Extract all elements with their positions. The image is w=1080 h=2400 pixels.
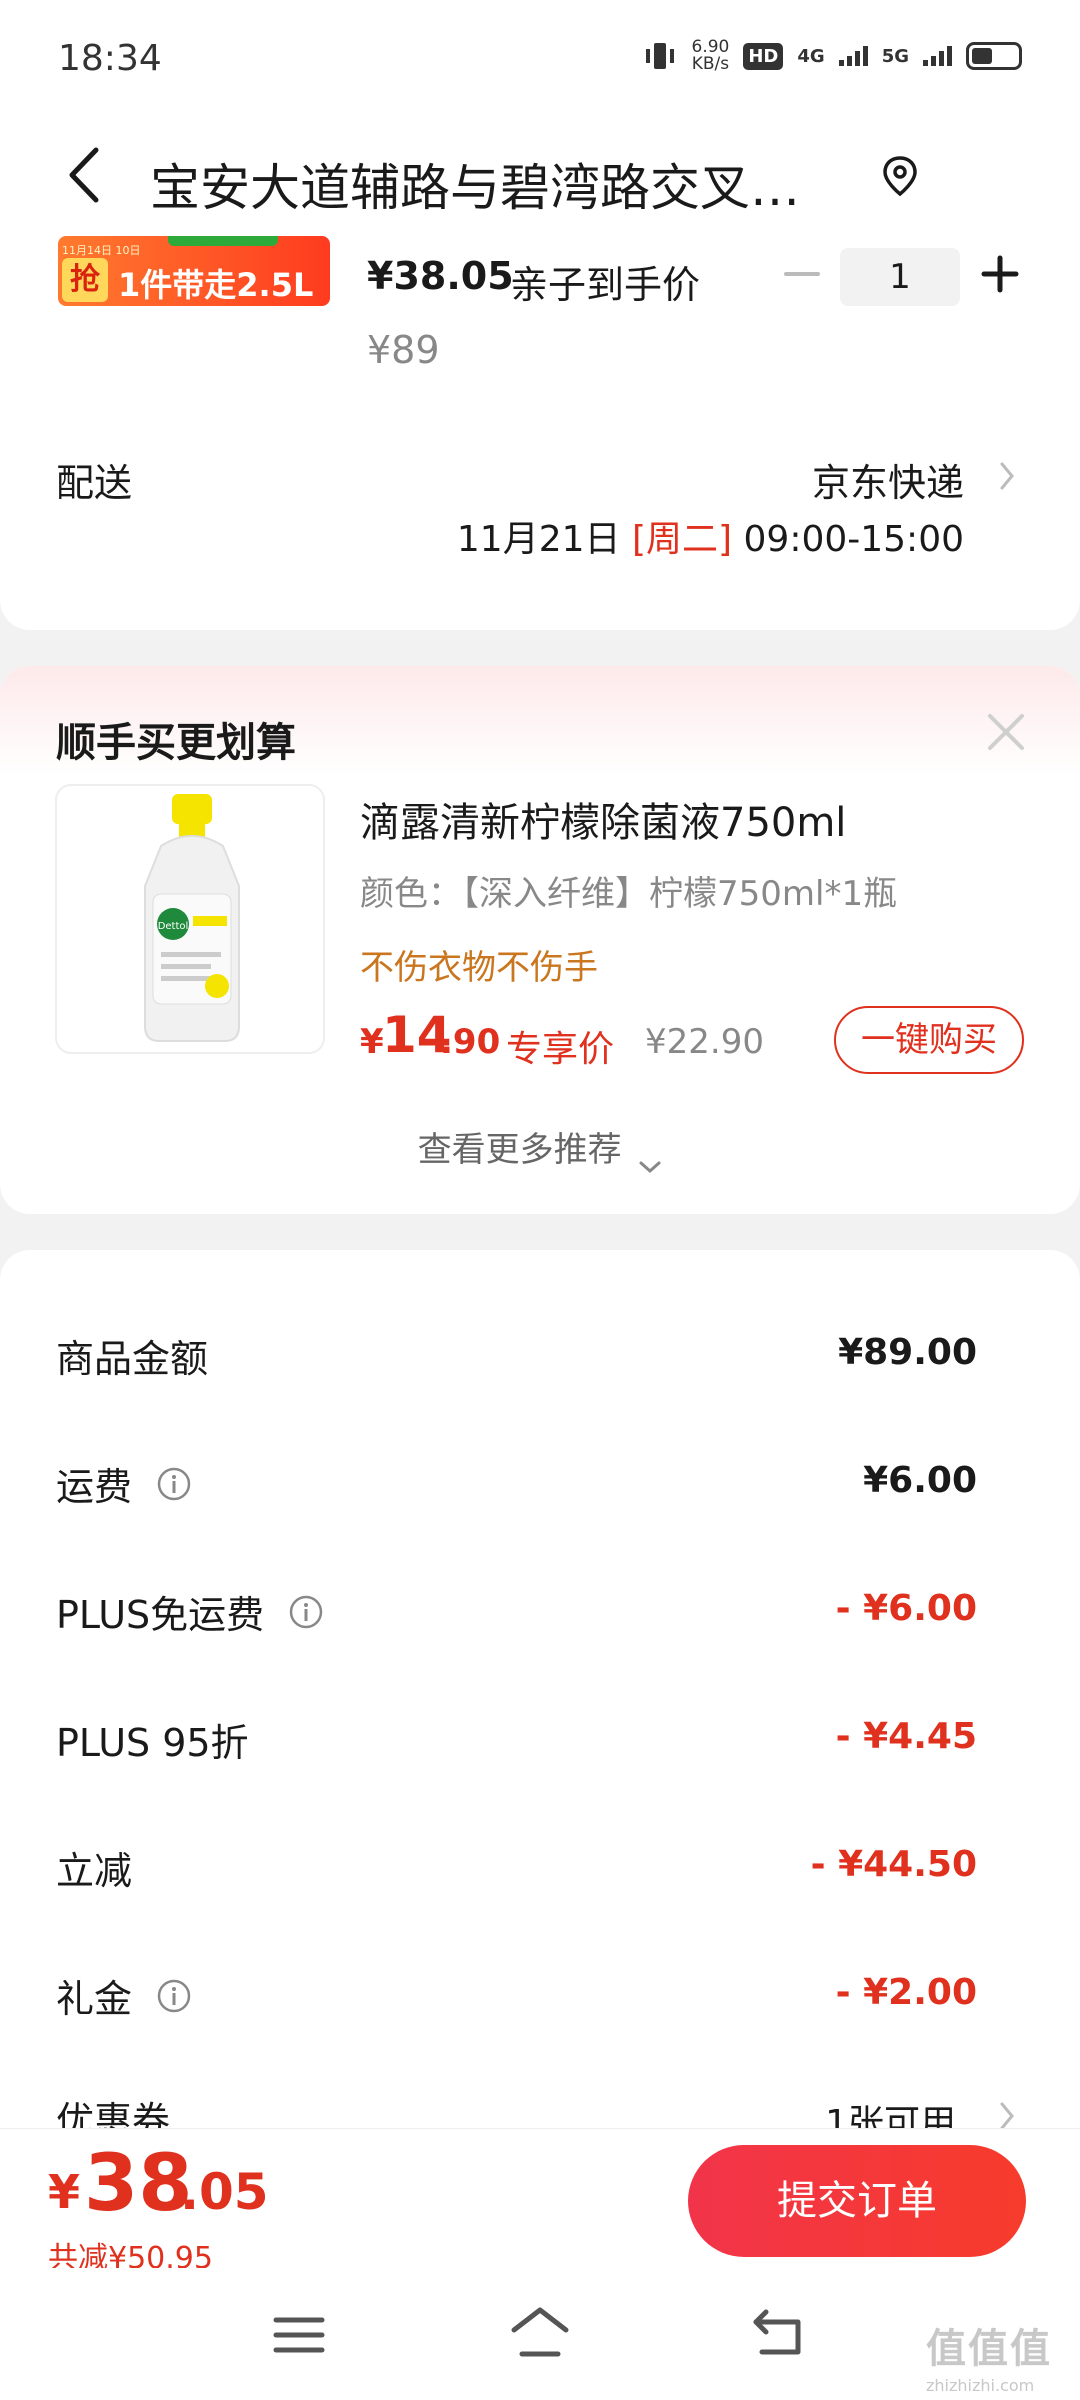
- vibrate-icon: [642, 38, 678, 74]
- bottle-brand-text: Dettol: [158, 921, 189, 932]
- price-label: 礼金: [56, 1968, 192, 2023]
- quantity-input[interactable]: 1: [840, 248, 960, 306]
- recommend-old-price: ¥22.90: [645, 1022, 764, 1062]
- delivery-method[interactable]: 京东快递: [812, 452, 964, 507]
- delivery-time[interactable]: 11月21日 [周二] 09:00-15:00: [457, 510, 964, 562]
- chevron-right-icon[interactable]: [996, 456, 1018, 496]
- info-icon[interactable]: [156, 1466, 192, 1502]
- info-icon[interactable]: [288, 1594, 324, 1630]
- price-details-card: 商品金额 ¥89.00 运费 ¥6.00 PLUS免运费 - ¥6.00 PLU…: [0, 1250, 1080, 2130]
- total-decimal: .05: [180, 2163, 269, 2221]
- delivery-weekday: [周二]: [631, 519, 733, 560]
- promo-green-strip: [168, 236, 278, 246]
- price-label: PLUS 95折: [56, 1712, 249, 1767]
- more-recommendations-label: 查看更多推荐: [417, 1130, 622, 1170]
- menu-icon[interactable]: [272, 2312, 326, 2358]
- coupon-label: 优惠券: [56, 2099, 171, 2130]
- network-type-5g: 5G: [881, 45, 909, 67]
- checkout-bar: ¥ 38 .05 共减¥50.95 提交订单: [0, 2128, 1080, 2276]
- deal-price-label: 亲子到手价: [510, 263, 701, 307]
- battery-icon: [966, 42, 1022, 70]
- promo-date: 11月14日 10日: [62, 244, 141, 257]
- plus-discount-label: PLUS 95折: [56, 1721, 249, 1765]
- gift-money-value: - ¥2.00: [835, 1972, 977, 2013]
- delivery-label: 配送: [56, 461, 133, 505]
- price-label: 优惠券: [56, 2090, 170, 2130]
- gift-money-label: 礼金: [56, 1977, 133, 2021]
- system-nav-bar: [0, 2268, 1080, 2400]
- product-image[interactable]: Dettol: [55, 784, 325, 1054]
- chevron-right-icon[interactable]: [996, 2096, 1018, 2130]
- order-card: 11月14日 10日 抢 1件带走2.5L ¥38.05 亲子到手价 ¥89 1…: [0, 230, 1080, 630]
- price-row-goods-amount: 商品金额 ¥89.00: [0, 1328, 1080, 1408]
- coupon-value: 1张可用: [825, 2103, 956, 2130]
- watermark: 值值值 zhizhizhi.com: [926, 2316, 1076, 2396]
- recommend-price-decimal: .90: [440, 1022, 501, 1062]
- price-label: 运费: [56, 1456, 192, 1511]
- recommend-price-symbol: ¥: [360, 1022, 384, 1062]
- price-row-shipping: 运费 ¥6.00: [0, 1456, 1080, 1536]
- info-icon[interactable]: [156, 1978, 192, 2014]
- plus-free-shipping-value: - ¥6.00: [835, 1588, 977, 1629]
- plus-discount-value: - ¥4.45: [835, 1716, 977, 1757]
- price-row-instant-discount: 立减 - ¥44.50: [0, 1840, 1080, 1920]
- plus-free-shipping-label: PLUS免运费: [56, 1593, 265, 1637]
- back-icon[interactable]: [752, 2308, 808, 2358]
- quantity-decrease-button[interactable]: [780, 252, 824, 296]
- promo-text: 1件带走2.5L: [118, 266, 314, 304]
- more-recommendations-link[interactable]: 查看更多推荐: [0, 1122, 1080, 1173]
- home-icon[interactable]: [508, 2304, 572, 2360]
- back-arrow-icon[interactable]: [60, 140, 110, 210]
- shipping-value: ¥6.00: [863, 1460, 977, 1501]
- close-icon[interactable]: [986, 712, 1026, 752]
- speed-unit: KB/s: [691, 54, 730, 74]
- recommend-product-tag: 不伤衣物不伤手: [360, 948, 598, 988]
- location-pin-icon[interactable]: [880, 154, 920, 200]
- status-bar: 18:34 6.90 KB/s HD 4G 5G: [0, 0, 1080, 120]
- hd-badge: HD: [743, 42, 784, 70]
- recommend-product-spec: 颜色：【深入纤维】柠檬750ml*1瓶: [360, 874, 898, 914]
- promo-grab-badge: 抢: [62, 258, 108, 302]
- address-title[interactable]: 宝安大道辅路与碧湾路交叉…: [150, 148, 850, 220]
- original-price: ¥89: [367, 328, 440, 372]
- header: 宝安大道辅路与碧湾路交叉…: [0, 120, 1080, 230]
- price-label: PLUS免运费: [56, 1584, 324, 1639]
- quantity-increase-button[interactable]: [978, 252, 1022, 296]
- recommend-card: 顺手买更划算 Dettol 滴露清新柠檬除菌液750ml 颜色：【深入纤维】柠檬…: [0, 666, 1080, 1214]
- price-row-plus-free-shipping: PLUS免运费 - ¥6.00: [0, 1584, 1080, 1664]
- total-symbol: ¥: [48, 2165, 81, 2219]
- recommend-product-name[interactable]: 滴露清新柠檬除菌液750ml: [360, 790, 846, 848]
- signal-icon: [838, 46, 868, 66]
- chevron-down-icon: [638, 1144, 662, 1173]
- status-time: 18:34: [58, 38, 162, 79]
- network-type-4g: 4G: [797, 45, 825, 67]
- delivery-window: 09:00-15:00: [743, 519, 964, 560]
- price-label: 商品金额: [56, 1328, 208, 1383]
- price-row-coupon[interactable]: 优惠券 1张可用: [0, 2090, 1080, 2130]
- product-promo-image[interactable]: 11月14日 10日 抢 1件带走2.5L: [58, 236, 330, 306]
- recommend-price-label: 专享价: [506, 1029, 615, 1070]
- status-icons: 6.90 KB/s HD 4G 5G: [642, 38, 1022, 74]
- price-row-plus-discount: PLUS 95折 - ¥4.45: [0, 1712, 1080, 1792]
- total-integer: 38: [84, 2139, 193, 2229]
- signal-icon-2: [923, 46, 952, 66]
- price-label: 立减: [56, 1840, 132, 1895]
- goods-amount-label: 商品金额: [56, 1337, 209, 1381]
- submit-order-button[interactable]: 提交订单: [688, 2145, 1026, 2257]
- instant-discount-label: 立减: [56, 1849, 133, 1893]
- one-click-buy-button[interactable]: 一键购买: [834, 1006, 1024, 1074]
- network-speed: 6.90 KB/s: [692, 39, 730, 73]
- watermark-url: zhizhizhi.com: [926, 2376, 1035, 2395]
- goods-amount-value: ¥89.00: [838, 1332, 977, 1373]
- instant-discount-value: - ¥44.50: [810, 1844, 977, 1885]
- shipping-label: 运费: [56, 1465, 133, 1509]
- watermark-logo: 值值值: [926, 2326, 1052, 2372]
- price-row-gift-money: 礼金 - ¥2.00: [0, 1968, 1080, 2048]
- delivery-date: 11月21日: [456, 519, 621, 560]
- deal-price: ¥38.05: [367, 254, 514, 298]
- recommend-title: 顺手买更划算: [56, 720, 296, 766]
